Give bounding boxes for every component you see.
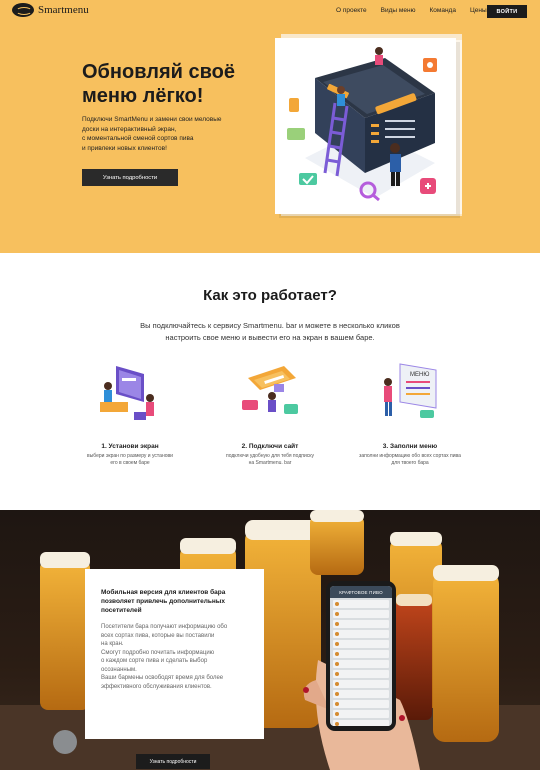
how-subtitle: Вы подключайтесь к сервису Smartmenu. ba… (140, 321, 400, 342)
step-3-title: 3. Заполни меню (382, 443, 438, 450)
step-1-desc: выбери экран по размеру и установи его в… (87, 453, 173, 466)
phone-beer-row (333, 630, 389, 638)
phone-beer-row (333, 620, 389, 628)
how-title: Как это работает? (203, 287, 337, 304)
phone-beer-row (333, 670, 389, 678)
mobile-version-section: Мобильная версия для клиентов бара позво… (0, 510, 540, 770)
main-nav: О проекте Виды меню Команда Цены (336, 4, 487, 18)
step-connect-site: 2. Подключи сайт подключи удобную для те… (210, 356, 330, 467)
hero-section: Smartmenu О проекте Виды меню Команда Це… (0, 0, 540, 253)
hero-title: Обновляй своё меню лёгко! (82, 61, 235, 107)
hero-illustration (275, 38, 456, 214)
how-it-works-section: Как это работает? Вы подключайтесь к сер… (0, 253, 540, 510)
logo-icon (12, 3, 34, 17)
phone-screen: КРАФТОВОЕ ПИВО (330, 586, 392, 726)
phone-beer-row (333, 650, 389, 658)
phone-screen-title: КРАФТОВОЕ ПИВО (330, 586, 392, 598)
nav-item-about[interactable]: О проекте (336, 4, 367, 18)
phone-beer-row (333, 720, 389, 726)
step-fill-menu: МЕНЮ 3. Заполни меню заполни информацию … (350, 356, 470, 467)
phone-beer-row (333, 700, 389, 708)
phone-beer-row (333, 660, 389, 668)
phone-mockup: КРАФТОВОЕ ПИВО (326, 581, 396, 731)
step-2-desc: подключи удобную для тебя подписку на Sm… (226, 453, 314, 466)
screen-install-illustration (100, 366, 154, 420)
digital-menu-board-illustration (287, 47, 437, 202)
connect-site-illustration (242, 366, 298, 414)
phone-beer-row (333, 690, 389, 698)
hero-details-button[interactable]: Узнать подробности (82, 169, 178, 186)
nav-item-team[interactable]: Команда (429, 4, 455, 18)
phone-beer-row (333, 680, 389, 688)
step-1-title: 1. Установи экран (101, 443, 159, 450)
phone-beer-row (333, 600, 389, 608)
step-3-desc: заполни информацию обо всех сортах пива … (359, 453, 461, 466)
phone-beer-row (333, 710, 389, 718)
hero-subtitle: Подключи SmartMenu и замени свои меловые… (82, 116, 222, 152)
logo-text: Smartmenu (38, 4, 89, 16)
menu-board-label: МЕНЮ (410, 372, 429, 378)
mobile-details-button[interactable]: Узнать подробности (136, 754, 210, 769)
step-2-title: 2. Подключи сайт (241, 443, 299, 450)
nav-item-prices[interactable]: Цены (470, 4, 487, 18)
mobile-card-body: Посетители бара получают информацию обо … (101, 624, 228, 690)
phone-beer-row (333, 610, 389, 618)
fill-menu-illustration: МЕНЮ (384, 363, 437, 418)
beer-glasses-background (0, 510, 540, 770)
logo[interactable]: Smartmenu (12, 3, 89, 17)
step-install-screen: 1. Установи экран выбери экран по размер… (70, 356, 190, 467)
login-button[interactable]: ВОЙТИ (487, 5, 527, 18)
mobile-card-title: Мобильная версия для клиентов бара позво… (101, 589, 226, 614)
nav-item-menu-types[interactable]: Виды меню (381, 4, 416, 18)
mobile-info-card: Мобильная версия для клиентов бара позво… (85, 569, 264, 769)
phone-beer-row (333, 640, 389, 648)
